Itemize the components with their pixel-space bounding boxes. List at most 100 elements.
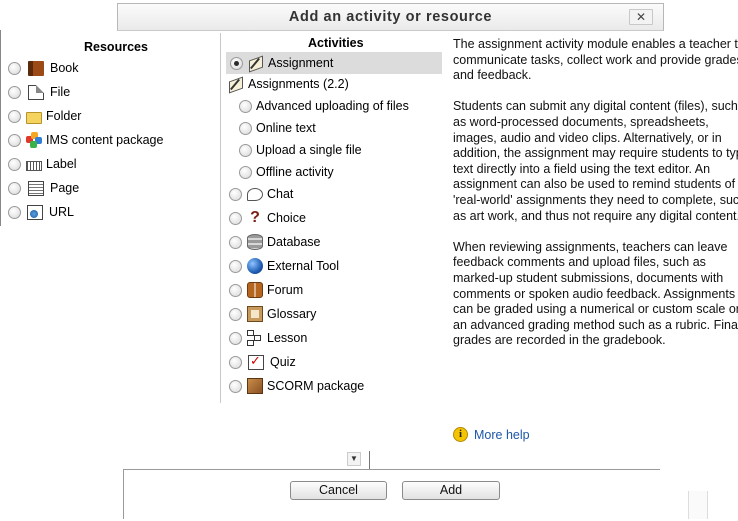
assignment-icon [228,76,244,92]
radio-button-selected[interactable] [230,56,243,70]
activity-option-lesson[interactable]: Lesson [229,327,307,349]
radio-button[interactable] [229,379,242,393]
close-button[interactable]: ✕ [629,9,653,25]
activity-label: Chat [267,187,294,201]
activity-label: Choice [267,211,306,225]
activity-sub-label: Offline activity [256,165,334,179]
activities-heading: Activities [308,36,364,50]
activity-option-chat[interactable]: Chat [229,183,293,205]
scorm-icon [247,378,263,394]
label-icon [26,160,42,171]
book-icon [28,60,44,76]
url-icon [27,204,43,220]
activity-description: The assignment activity module enables a… [453,37,738,364]
radio-button[interactable] [229,331,242,345]
choice-icon: ? [250,209,260,226]
resource-label: File [50,85,71,99]
activity-sub-label: Upload a single file [256,143,362,157]
radio-button[interactable] [229,283,242,297]
radio-button[interactable] [8,61,21,75]
dialog-title: Add an activity or resource [288,9,493,25]
activity-sub-label: Online text [256,121,316,135]
footer-top-border [123,469,660,470]
activity-sub-option-offline-activity[interactable]: Offline activity [239,161,334,183]
resources-left-border [0,30,2,226]
activity-option-forum[interactable]: Forum [229,279,303,301]
radio-button[interactable] [8,85,21,99]
description-paragraph: When reviewing assignments, teachers can… [453,239,738,348]
resource-label: Folder [46,109,82,123]
resource-label: Page [50,181,80,195]
resource-label: URL [49,205,75,219]
dialog-header: Add an activity or resource ✕ [117,3,664,31]
folder-icon [26,111,42,124]
resource-label: IMS content package [46,133,164,147]
radio-button[interactable] [8,109,21,123]
file-icon [28,84,44,100]
activity-option-external-tool[interactable]: External Tool [229,255,339,277]
external-tool-icon [247,258,263,274]
glossary-icon [247,306,263,322]
resource-option-ims-content-package[interactable]: IMS content package [8,129,163,151]
radio-button[interactable] [239,121,252,135]
activity-label: Glossary [267,307,317,321]
radio-button[interactable] [229,187,242,201]
more-help-link[interactable]: More help [474,428,530,442]
cancel-button[interactable]: Cancel [290,481,387,500]
quiz-icon [248,353,264,370]
radio-button[interactable] [229,259,242,273]
resources-heading: Resources [84,40,148,54]
activity-label: Database [267,235,321,249]
radio-button[interactable] [229,235,242,249]
radio-button[interactable] [8,157,21,171]
resource-option-file[interactable]: File [8,81,70,103]
radio-button[interactable] [229,211,242,225]
forum-icon [247,282,263,298]
activity-option-glossary[interactable]: Glossary [229,303,316,325]
chat-icon [247,187,263,201]
activity-sub-label: Advanced uploading of files [256,99,409,113]
page-icon [28,180,44,196]
scroll-divider [369,451,370,470]
activity-group-assignments-2-2: Assignments (2.2) [228,73,349,95]
activity-group-label: Assignments (2.2) [248,77,349,91]
resource-label: Label [46,157,77,171]
resource-option-book[interactable]: Book [8,57,79,79]
radio-button[interactable] [8,133,21,147]
radio-button[interactable] [229,307,242,321]
activity-option-choice[interactable]: ? Choice [229,207,306,229]
resource-option-url[interactable]: URL [8,201,74,223]
resource-label: Book [50,61,79,75]
resource-option-page[interactable]: Page [8,177,79,199]
activity-sub-option-online-text[interactable]: Online text [239,117,316,139]
radio-button[interactable] [239,143,252,157]
column-divider [220,33,221,403]
radio-button[interactable] [239,165,252,179]
activity-option-scorm-package[interactable]: SCORM package [229,375,364,397]
activity-sub-option-upload-single-file[interactable]: Upload a single file [239,139,362,161]
info-icon: i [453,427,468,442]
activity-label: Assignment [268,56,334,70]
activity-label: External Tool [267,259,340,273]
radio-button[interactable] [8,205,21,219]
activity-label: Quiz [270,355,296,369]
radio-button[interactable] [8,181,21,195]
footer-left-border [123,469,124,519]
activity-option-assignment[interactable]: Assignment [226,52,442,74]
activity-option-quiz[interactable]: Quiz [229,351,296,373]
assignment-icon [248,55,264,71]
radio-button[interactable] [229,355,242,369]
add-button[interactable]: Add [402,481,500,500]
activity-label: Forum [267,283,304,297]
more-help[interactable]: i More help [453,427,530,442]
activity-option-database[interactable]: Database [229,231,321,253]
scroll-down-arrow-icon[interactable]: ▼ [347,452,361,466]
activity-sub-option-advanced-uploading[interactable]: Advanced uploading of files [239,95,409,117]
scrollbar-track[interactable] [688,491,708,519]
resource-option-folder[interactable]: Folder [8,105,81,127]
description-paragraph: Students can submit any digital content … [453,99,738,223]
resource-option-label[interactable]: Label [8,153,77,175]
radio-button[interactable] [239,99,252,113]
activity-label: SCORM package [267,379,365,393]
activity-label: Lesson [267,331,308,345]
